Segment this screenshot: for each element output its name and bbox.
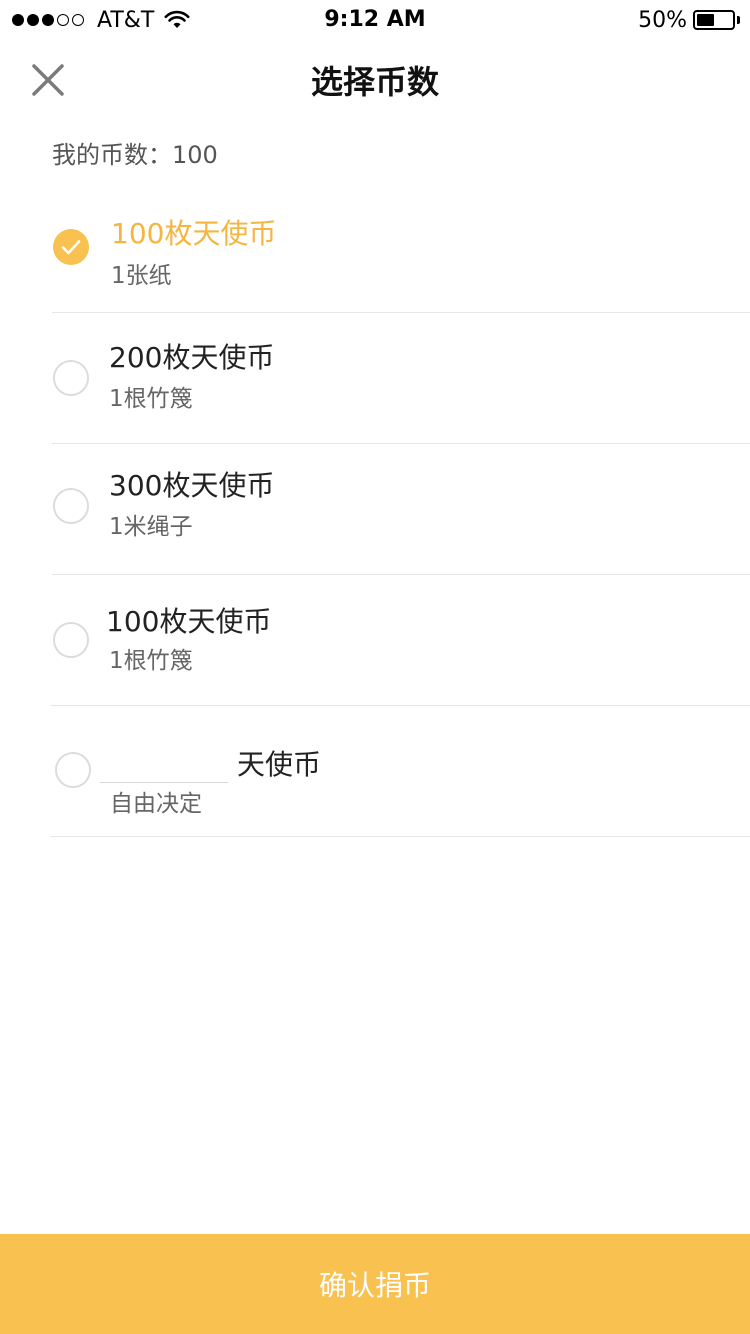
coin-balance: 我的币数：100 [52, 141, 218, 169]
coin-option-custom[interactable]: 天使币 自由决定 [0, 740, 750, 830]
option-title: 200枚天使币 [109, 341, 275, 374]
divider [50, 836, 750, 837]
option-title: 300枚天使币 [109, 469, 275, 502]
divider [52, 312, 750, 313]
battery-tip [737, 16, 740, 24]
battery-level [697, 14, 714, 26]
battery-percentage: 50% [638, 7, 687, 33]
coin-option-2[interactable]: 200枚天使币 1根竹篾 [0, 336, 750, 436]
radio-unchecked[interactable] [53, 360, 89, 396]
header: 选择币数 [0, 40, 750, 124]
check-icon [61, 240, 81, 255]
confirm-donate-button[interactable]: 确认捐币 [0, 1234, 750, 1334]
custom-amount-input[interactable] [100, 748, 228, 783]
status-right: 50% [638, 6, 740, 34]
radio-unchecked[interactable] [53, 622, 89, 658]
divider [52, 443, 750, 444]
page-title: 选择币数 [310, 63, 439, 101]
option-title: 100枚天使币 [106, 605, 272, 638]
coin-option-1[interactable]: 100枚天使币 1张纸 [0, 212, 750, 312]
divider [50, 705, 750, 706]
radio-checked[interactable] [53, 229, 89, 265]
option-title: 100枚天使币 [111, 217, 277, 250]
option-subtitle: 1米绳子 [109, 514, 193, 540]
option-subtitle: 1根竹篾 [109, 648, 193, 674]
option-subtitle: 1根竹篾 [109, 386, 193, 412]
divider [52, 574, 750, 575]
confirm-button-label: 确认捐币 [318, 1269, 431, 1302]
option-subtitle: 自由决定 [110, 791, 202, 817]
option-subtitle: 1张纸 [111, 263, 172, 289]
custom-unit-label: 天使币 [237, 748, 322, 781]
coin-select-screen: AT&T 9:12 AM 50% 选择币数 我的币数：100 100枚天使币 1… [0, 0, 750, 1334]
coin-option-4[interactable]: 100枚天使币 1根竹篾 [0, 600, 750, 700]
status-bar: AT&T 9:12 AM 50% [0, 0, 750, 40]
coin-option-3[interactable]: 300枚天使币 1米绳子 [0, 465, 750, 565]
radio-unchecked[interactable] [55, 752, 91, 788]
battery-icon [693, 10, 735, 30]
radio-unchecked[interactable] [53, 488, 89, 524]
